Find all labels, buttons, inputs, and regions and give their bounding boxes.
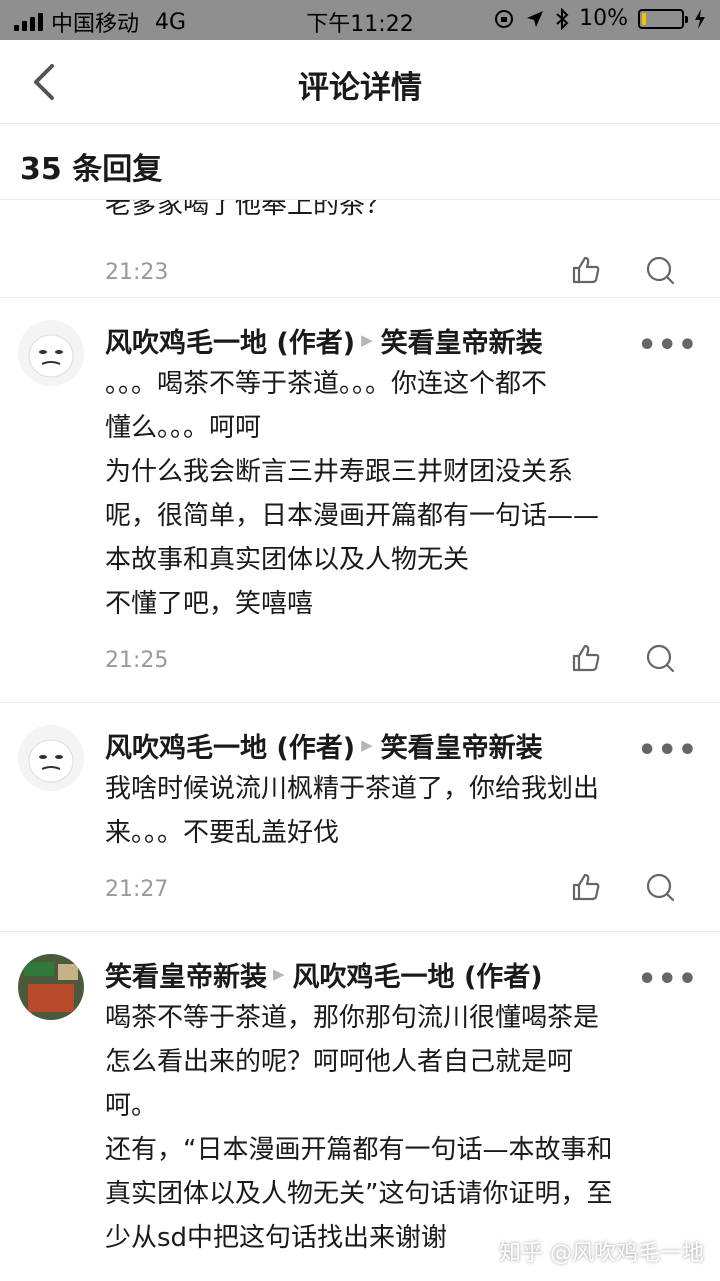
battery-icon	[638, 8, 688, 29]
comment-line: 懂么。。。呵呵	[105, 413, 262, 443]
nav-bar: 评论详情	[0, 40, 720, 124]
comment-list: 老爹家喝了他奉上的茶？ 21:23 风吹鸡毛一地 (作者) ▶ 笑看皇帝新装 •…	[0, 200, 720, 1281]
reply-target[interactable]: 笑看皇帝新装	[381, 321, 543, 360]
comment-text: 我啥时候说流川枫精于茶道了，你给我划出 来。。。不要乱盖好伐	[105, 767, 676, 855]
thumbs-up-icon	[572, 644, 600, 672]
thumbs-up-icon	[572, 873, 600, 901]
comment-item: 笑看皇帝新装 ▶ 风吹鸡毛一地 (作者) ••• 喝茶不等于茶道，那你那句流川很…	[0, 932, 720, 1281]
avatar[interactable]	[18, 725, 84, 791]
comment-time: 21:23	[105, 259, 169, 285]
location-icon	[527, 10, 544, 27]
like-button[interactable]	[570, 642, 602, 678]
avatar[interactable]	[18, 954, 84, 1020]
comment-line: 我啥时候说流川枫精于茶道了，你给我划出	[105, 774, 600, 804]
comment-line: 喝茶不等于茶道，那你那句流川很懂喝茶是	[105, 1003, 600, 1033]
more-button[interactable]: •••	[637, 962, 698, 997]
comment-line: 。。。喝茶不等于茶道。。。你连这个都不	[105, 369, 548, 399]
comment-line: 还有，“日本漫画开篇都有一句话—本故事和	[105, 1135, 613, 1165]
reply-count: 35 条回复	[0, 124, 720, 200]
reply-arrow-icon: ▶	[273, 965, 285, 983]
orientation-lock-icon	[495, 9, 514, 28]
reply-target[interactable]: 风吹鸡毛一地 (作者)	[293, 955, 543, 994]
battery-percent: 10%	[579, 6, 628, 31]
comment-line: 怎么看出来的呢？呵呵他人者自己就是呵	[105, 1047, 574, 1077]
reply-arrow-icon: ▶	[361, 331, 373, 349]
comment-line: 不懂了吧，笑嘻嘻	[105, 589, 314, 619]
status-bar: 中国移动 4G 下午11:22 10%	[0, 0, 720, 40]
like-button[interactable]	[570, 254, 602, 290]
avatar[interactable]	[18, 320, 84, 386]
reply-target[interactable]: 笑看皇帝新装	[381, 726, 543, 765]
comment-item: 风吹鸡毛一地 (作者) ▶ 笑看皇帝新装 ••• 我啥时候说流川枫精于茶道了，你…	[0, 703, 720, 932]
watermark: 知乎 @风吹鸡毛一地	[499, 1241, 704, 1266]
comment-text: 喝茶不等于茶道，那你那句流川很懂喝茶是 怎么看出来的呢？呵呵他人者自己就是呵 呵…	[105, 996, 676, 1260]
more-button[interactable]: •••	[637, 328, 698, 363]
comment-author[interactable]: 风吹鸡毛一地 (作者)	[105, 726, 355, 765]
comment-line: 呵。	[105, 1091, 158, 1121]
comment-detail-sheet: 评论详情 35 条回复 老爹家喝了他奉上的茶？ 21:23 风吹鸡毛一地 (作者…	[0, 40, 720, 1281]
speech-bubble-icon	[646, 256, 675, 285]
comment-time: 21:27	[105, 876, 169, 902]
reply-button[interactable]	[644, 254, 676, 290]
comment-time: 21:25	[105, 647, 169, 673]
more-button[interactable]: •••	[637, 733, 698, 768]
page-title: 评论详情	[298, 70, 422, 106]
comment-line: 本故事和真实团体以及人物无关	[105, 545, 470, 575]
comment-line: 呢，很简单，日本漫画开篇都有一句话——	[105, 501, 600, 531]
comment-line: 真实团体以及人物无关”这句话请你证明，至	[105, 1179, 613, 1209]
comment-text: 。。。喝茶不等于茶道。。。你连这个都不 懂么。。。呵呵 为什么我会断言三井寿跟三…	[105, 362, 676, 626]
comment-item: 风吹鸡毛一地 (作者) ▶ 笑看皇帝新装 ••• 。。。喝茶不等于茶道。。。你连…	[0, 298, 720, 703]
like-button[interactable]	[570, 871, 602, 907]
comment-author[interactable]: 笑看皇帝新装	[105, 955, 267, 994]
reply-arrow-icon: ▶	[361, 736, 373, 754]
speech-bubble-icon	[646, 644, 675, 673]
charging-icon	[695, 8, 705, 29]
bluetooth-icon	[556, 7, 569, 30]
reply-button[interactable]	[644, 642, 676, 678]
thumbs-up-icon	[572, 256, 600, 284]
comment-text-partial: 老爹家喝了他奉上的茶？	[105, 200, 392, 220]
comment-item: 老爹家喝了他奉上的茶？ 21:23	[0, 200, 720, 298]
reply-button[interactable]	[644, 871, 676, 907]
comment-line: 为什么我会断言三井寿跟三井财团没关系	[105, 457, 574, 487]
comment-line: 来。。。不要乱盖好伐	[105, 818, 340, 848]
comment-author[interactable]: 风吹鸡毛一地 (作者)	[105, 321, 355, 360]
speech-bubble-icon	[646, 873, 675, 902]
